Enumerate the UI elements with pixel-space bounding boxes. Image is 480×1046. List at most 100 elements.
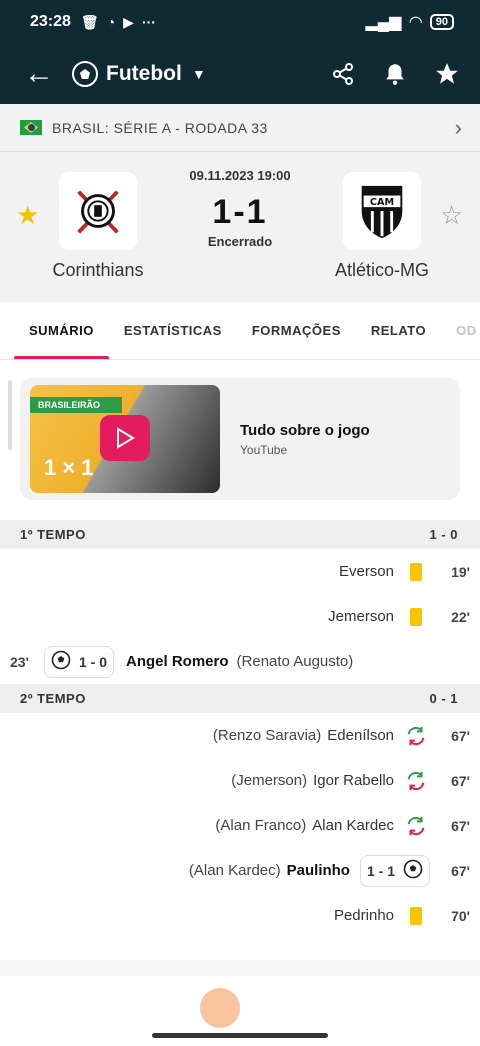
event-player: Igor Rabello — [313, 772, 394, 789]
score-area: 09.11.2023 19:00 1-1 Encerrado — [160, 168, 320, 249]
soccer-ball-icon — [403, 859, 423, 882]
video-title: Tudo sobre o jogo — [240, 421, 370, 439]
chevron-right-icon: › — [454, 114, 462, 140]
sport-title: Futebol — [106, 62, 182, 85]
event-player: Angel Romero — [126, 653, 229, 670]
scroll-indicator — [8, 380, 12, 450]
status-bar: 23:28 🗑 ◔ ▶ ··· ▂▄▆ ◠ 90 — [0, 0, 480, 44]
svg-text:CAM: CAM — [370, 197, 394, 208]
goal-score-box: 1 - 0 — [44, 645, 115, 678]
video-tag: BRASILEIRÃO — [30, 397, 122, 413]
battery-icon: 90 — [429, 14, 454, 30]
home-indicator[interactable] — [152, 1033, 328, 1038]
home-team-name: Corinthians — [52, 260, 144, 280]
event-minute: 67' — [451, 727, 470, 744]
thumbnail-score: 1 × 1 — [44, 455, 94, 480]
event-minute: 19' — [451, 563, 470, 580]
yellow-card-icon — [402, 902, 430, 930]
away-team-name: Atlético-MG — [334, 260, 430, 280]
whatsapp-icon: ◔ — [106, 14, 116, 30]
period-score: 0 - 1 — [429, 691, 458, 706]
period-label: 1º TEMPO — [20, 527, 86, 542]
event-row[interactable]: Jemerson 22' — [0, 594, 480, 639]
signal-icon: ▂▄▆ — [365, 14, 402, 31]
event-player: Jemerson — [328, 608, 394, 625]
event-row[interactable]: (Renzo Saravia) Edenílson 67' — [0, 713, 480, 758]
event-player-out: (Renzo Saravia) — [212, 727, 322, 744]
brazil-flag-icon — [20, 120, 42, 135]
period-header-second-half: 2º TEMPO 0 - 1 — [0, 684, 480, 713]
event-player: Edenílson — [327, 727, 394, 744]
event-row[interactable]: (Alan Franco) Alan Kardec 67' — [0, 803, 480, 848]
substitution-icon — [402, 812, 430, 840]
league-label: BRASIL: SÉRIE A - RODADA 33 — [52, 119, 268, 136]
favorite-star-outline-icon[interactable]: ☆ — [440, 200, 463, 231]
tab-statistics[interactable]: ESTATÍSTICAS — [109, 302, 237, 359]
match-status: Encerrado — [207, 234, 273, 249]
event-row[interactable]: (Jemerson) Igor Rabello 67' — [0, 758, 480, 803]
play-icon[interactable] — [100, 415, 150, 461]
event-minute: 22' — [451, 608, 470, 625]
star-icon[interactable] — [434, 61, 460, 87]
league-bar[interactable]: BRASIL: SÉRIE A - RODADA 33 › — [0, 104, 480, 152]
tab-report[interactable]: RELATO — [356, 302, 441, 359]
period-label: 2º TEMPO — [20, 691, 86, 706]
tab-summary[interactable]: SUMÁRIO — [14, 302, 109, 359]
event-row[interactable]: (Alan Kardec) Paulinho 1 - 1 67' — [0, 848, 480, 893]
event-minute: 70' — [451, 907, 470, 924]
event-player-out: (Alan Franco) — [215, 817, 307, 834]
substitution-icon — [402, 767, 430, 795]
period-header-first-half: 1º TEMPO 1 - 0 — [0, 520, 480, 549]
video-card[interactable]: BRASILEIRÃO 1 × 1 Tudo sobre o jogo YouT… — [20, 378, 460, 500]
event-assist: (Renato Augusto) — [236, 653, 354, 670]
app-bar: ← Futebol ▼ — [0, 44, 480, 104]
match-header: ★ Corinthians 09.11.2023 19:00 1-1 Encer… — [0, 152, 480, 302]
event-player-out: (Jemerson) — [231, 772, 308, 789]
event-row[interactable]: 23' 1 - 0 Angel Romero (Renato Augusto) — [0, 639, 480, 684]
event-minute: 67' — [451, 817, 470, 834]
camera-icon: ▶ — [123, 13, 134, 30]
event-player: Alan Kardec — [312, 817, 394, 834]
chevron-down-icon: ▼ — [191, 66, 206, 82]
event-assist: (Alan Kardec) — [188, 862, 281, 879]
notification-icons: 🗑 ◔ ▶ ··· — [81, 14, 156, 31]
atletico-mg-logo: CAM — [343, 172, 421, 250]
more-icon: ··· — [141, 14, 156, 30]
goal-score-box: 1 - 1 — [359, 854, 430, 887]
video-thumbnail[interactable]: BRASILEIRÃO 1 × 1 — [30, 385, 220, 493]
tab-bar: SUMÁRIO ESTATÍSTICAS FORMAÇÕES RELATO OD — [0, 302, 480, 360]
wifi-icon: ◠ — [409, 14, 422, 31]
app-bar-actions — [330, 61, 460, 87]
yellow-card-icon — [402, 603, 430, 631]
sport-selector[interactable]: Futebol ▼ — [72, 61, 206, 87]
share-icon[interactable] — [330, 61, 356, 87]
goal-score: 1 - 1 — [366, 862, 395, 879]
event-minute: 67' — [451, 862, 470, 879]
tab-odds[interactable]: OD — [441, 302, 480, 359]
floating-action-button[interactable] — [200, 988, 240, 1028]
soccer-ball-icon — [51, 650, 71, 673]
match-datetime: 09.11.2023 19:00 — [189, 168, 291, 183]
screen: 23:28 🗑 ◔ ▶ ··· ▂▄▆ ◠ 90 ← Futebol ▼ BRA… — [0, 0, 480, 1046]
yellow-card-icon — [402, 558, 430, 586]
period-score: 1 - 0 — [429, 527, 458, 542]
substitution-icon — [402, 722, 430, 750]
video-info: Tudo sobre o jogo YouTube — [240, 422, 370, 457]
event-row[interactable]: Everson 19' — [0, 549, 480, 594]
goal-score: 1 - 0 — [79, 653, 108, 670]
event-player: Paulinho — [286, 862, 350, 879]
event-row[interactable]: Pedrinho 70' — [0, 893, 480, 938]
tab-lineups[interactable]: FORMAÇÕES — [237, 302, 356, 359]
status-time: 23:28 — [30, 13, 71, 30]
event-minute: 23' — [10, 653, 29, 670]
video-section: BRASILEIRÃO 1 × 1 Tudo sobre o jogo YouT… — [0, 360, 480, 520]
back-arrow-icon[interactable]: ← — [24, 57, 64, 91]
away-team[interactable]: CAM Atlético-MG — [312, 172, 452, 281]
trash-icon: 🗑 — [80, 13, 99, 30]
bell-icon[interactable] — [382, 61, 408, 87]
event-player: Everson — [338, 563, 394, 580]
bottom-area — [0, 976, 480, 1046]
soccer-ball-icon — [72, 61, 98, 87]
home-team[interactable]: Corinthians — [28, 172, 168, 281]
corinthians-logo — [59, 172, 137, 250]
